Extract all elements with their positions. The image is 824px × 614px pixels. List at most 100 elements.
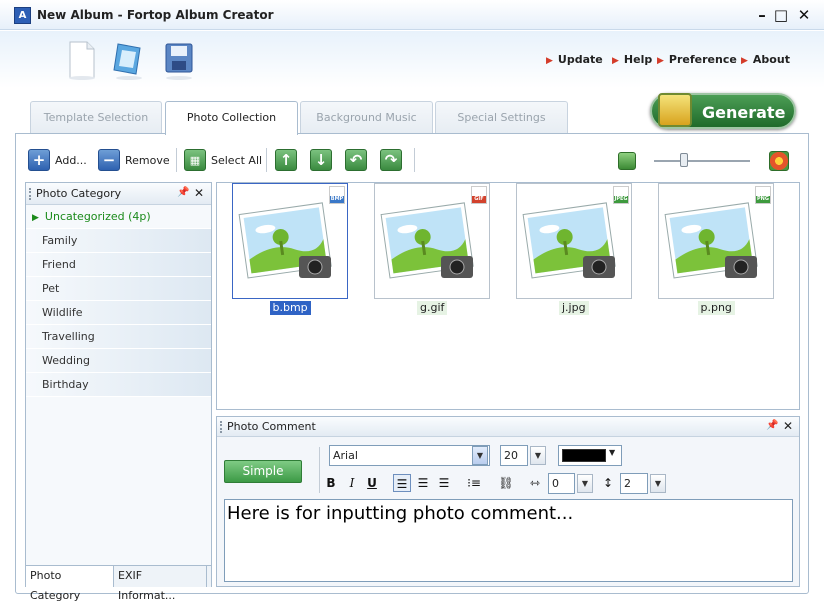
close-panel-icon[interactable]: ✕ (194, 186, 204, 200)
chevron-down-icon[interactable]: ▼ (530, 446, 546, 465)
grip-handle[interactable] (29, 188, 31, 200)
category-item-wedding[interactable]: Wedding (26, 349, 211, 373)
line-spacing-field[interactable]: 2 (620, 473, 648, 494)
rotate-left-icon: ↶ (345, 149, 367, 171)
file-type-label: GIF (472, 196, 486, 203)
preference-link[interactable]: ▶ Preference (657, 53, 737, 66)
add-photos-button[interactable]: + Add... (28, 148, 87, 172)
category-list: ▶ Uncategorized (4p) Family Friend Pet Wi… (26, 205, 211, 397)
zoom-in-flower-icon[interactable] (769, 151, 789, 171)
bullet-list-button[interactable]: ⁝≡ (465, 474, 483, 492)
chevron-down-icon[interactable]: ▼ (609, 448, 615, 457)
file-type-badge: JPEG (613, 186, 629, 204)
category-item-birthday[interactable]: Birthday (26, 373, 211, 397)
chevron-down-icon[interactable]: ▼ (472, 446, 488, 465)
move-down-button[interactable]: ↓ (310, 148, 337, 172)
insert-link-button[interactable]: ⛓ (497, 474, 515, 492)
italic-button[interactable]: I (343, 474, 361, 492)
zoom-out-flower-icon[interactable] (618, 152, 636, 170)
bullet-arrow-icon: ▶ (657, 56, 664, 66)
file-type-label: JPEG (614, 196, 628, 203)
select-all-button[interactable]: ▦ Select All (184, 148, 262, 172)
selected-triangle-icon: ▶ (32, 213, 39, 223)
photo-filename[interactable]: j.jpg (559, 301, 589, 315)
file-type-label: PNG (756, 196, 770, 203)
minimize-button[interactable]: – (752, 5, 772, 25)
font-size-field[interactable]: 20 (500, 445, 528, 466)
link-chain-icon: ⛓ (498, 476, 514, 490)
tab-photo-collection[interactable]: Photo Collection (165, 101, 298, 135)
align-left-button[interactable]: ☰ (393, 474, 411, 492)
close-window-button[interactable]: ✕ (794, 5, 814, 25)
bullet-arrow-icon: ▶ (612, 56, 619, 66)
underline-button[interactable]: U (363, 474, 381, 492)
tab-template-selection[interactable]: Template Selection (30, 101, 162, 133)
grip-handle[interactable] (220, 421, 222, 433)
maximize-button[interactable]: □ (771, 5, 791, 25)
category-item-pet[interactable]: Pet (26, 277, 211, 301)
chevron-down-icon[interactable]: ▼ (577, 474, 593, 493)
zoom-slider-track[interactable] (654, 160, 750, 162)
open-album-icon[interactable] (112, 40, 144, 80)
plus-icon: + (28, 149, 50, 171)
align-center-icon: ☰ (417, 476, 429, 490)
generate-button[interactable]: Generate (650, 93, 796, 129)
category-bottom-tabs: Photo Category EXIF Informat... (26, 565, 211, 602)
align-left-icon: ☰ (396, 477, 408, 491)
chevron-down-icon[interactable]: ▼ (650, 474, 666, 493)
photo-filename[interactable]: p.png (697, 301, 735, 315)
photo-category-panel: Photo Category 📌 ✕ ▶ Uncategorized (4p) F… (25, 182, 212, 587)
update-link[interactable]: ▶ Update (546, 53, 603, 66)
bullet-arrow-icon: ▶ (546, 56, 553, 66)
pin-icon[interactable]: 📌 (766, 420, 778, 431)
generate-photo-icon (658, 93, 692, 127)
rotate-right-button[interactable]: ↷ (380, 148, 407, 172)
category-item-family[interactable]: Family (26, 229, 211, 253)
comment-editor[interactable]: Here is for inputting photo comment... (224, 499, 793, 582)
align-right-icon: ☰ (438, 476, 450, 490)
bold-button[interactable]: B (322, 474, 340, 492)
category-item-uncategorized[interactable]: ▶ Uncategorized (4p) (26, 205, 211, 229)
move-up-button[interactable]: ↑ (275, 148, 302, 172)
align-right-button[interactable]: ☰ (435, 474, 453, 492)
font-color-swatch (562, 449, 606, 462)
tab-exif-information[interactable]: EXIF Informat... (114, 566, 207, 602)
photo-filename[interactable]: g.gif (417, 301, 448, 315)
letter-spacing-field[interactable]: 0 (548, 473, 575, 494)
select-all-icon: ▦ (184, 149, 206, 171)
toolbar-separator (176, 148, 177, 172)
category-item-travelling[interactable]: Travelling (26, 325, 211, 349)
comment-panel-header: Photo Comment 📌 ✕ (217, 417, 799, 437)
editor-toolbar-separator (319, 447, 320, 493)
bullet-arrow-icon: ▶ (741, 56, 748, 66)
align-center-button[interactable]: ☰ (414, 474, 432, 492)
simple-mode-button[interactable]: Simple (224, 460, 302, 483)
file-type-badge: PNG (755, 186, 771, 204)
bullet-list-icon: ⁝≡ (467, 476, 481, 490)
new-document-icon[interactable] (66, 40, 98, 80)
pin-icon[interactable]: 📌 (177, 187, 189, 198)
photo-filename[interactable]: b.bmp (269, 301, 311, 315)
font-name-select[interactable]: Arial (329, 445, 490, 466)
tab-special-settings[interactable]: Special Settings (435, 101, 568, 133)
save-disk-icon[interactable] (163, 40, 195, 80)
close-panel-icon[interactable]: ✕ (783, 419, 793, 433)
category-item-friend[interactable]: Friend (26, 253, 211, 277)
window-title: New Album - Fortop Album Creator (37, 8, 274, 22)
tab-photo-category[interactable]: Photo Category (26, 566, 114, 602)
app-logo-icon: A (14, 7, 31, 24)
rotate-right-icon: ↷ (380, 149, 402, 171)
tab-background-music[interactable]: Background Music (300, 101, 433, 133)
file-type-badge: GIF (471, 186, 487, 204)
category-item-wildlife[interactable]: Wildlife (26, 301, 211, 325)
category-panel-header: Photo Category 📌 ✕ (26, 183, 211, 205)
remove-photos-button[interactable]: − Remove (98, 148, 170, 172)
file-type-badge: BMP (329, 186, 345, 204)
arrow-up-icon: ↑ (275, 149, 297, 171)
rotate-left-button[interactable]: ↶ (345, 148, 372, 172)
toolbar-separator (414, 148, 415, 172)
file-type-label: BMP (330, 196, 344, 203)
about-link[interactable]: ▶ About (741, 53, 790, 66)
zoom-slider-thumb[interactable] (680, 153, 689, 167)
help-link[interactable]: ▶ Help (612, 53, 652, 66)
